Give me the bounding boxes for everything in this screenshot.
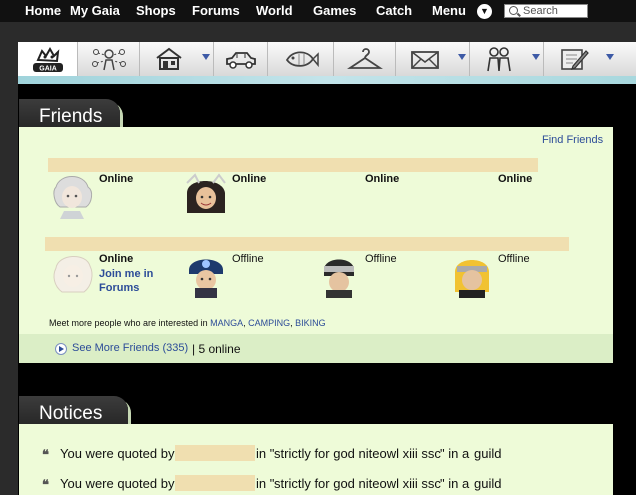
tab-gaia-home[interactable]: GAIA xyxy=(18,42,78,76)
friend-avatar[interactable] xyxy=(50,252,96,298)
chevron-down-icon[interactable] xyxy=(202,54,210,60)
icon-tab-bar: GAIA xyxy=(18,42,636,77)
thread-link[interactable]: strictly for god niteowl xiii ssc xyxy=(274,446,441,461)
nav-home[interactable]: Home xyxy=(25,3,61,18)
friend-status: Offline xyxy=(232,253,264,265)
chevron-down-icon[interactable] xyxy=(458,54,466,60)
chevron-down-icon[interactable] xyxy=(532,54,540,60)
interests-prefix: Meet more people who are interested in xyxy=(49,318,208,328)
interest-link[interactable]: CAMPING xyxy=(248,318,290,328)
pencil-notepad-icon xyxy=(560,49,589,70)
tab-journal[interactable] xyxy=(544,42,618,76)
left-margin xyxy=(0,22,18,495)
notice-text: in " xyxy=(256,446,275,461)
nav-menu[interactable]: Menu xyxy=(432,3,466,18)
nav-catch[interactable]: Catch xyxy=(376,3,412,18)
header-strip xyxy=(0,22,636,42)
fish-icon xyxy=(285,51,319,68)
friend-avatar[interactable] xyxy=(316,252,362,298)
notice-text: " in a xyxy=(440,476,470,491)
friend-status: Online xyxy=(498,173,533,185)
guild-link[interactable]: guild xyxy=(474,446,501,461)
quoted-by-name xyxy=(175,445,255,461)
see-more-friends-link[interactable]: See More Friends (335) xyxy=(72,342,188,354)
search-placeholder: Search xyxy=(523,5,558,17)
friend-avatar[interactable] xyxy=(449,252,495,298)
nav-forums[interactable]: Forums xyxy=(192,3,240,18)
tab-cars[interactable] xyxy=(214,42,268,76)
friends-icon xyxy=(487,47,511,72)
friend-status: Offline xyxy=(365,253,397,265)
tab-friends[interactable] xyxy=(470,42,544,76)
menu-dropdown-icon[interactable]: ▼ xyxy=(477,4,492,19)
gaia-logo-icon: GAIA xyxy=(32,46,63,73)
tab-people[interactable] xyxy=(78,42,140,76)
envelope-icon xyxy=(411,51,440,69)
quote-icon: ❝ xyxy=(42,447,49,462)
friend-avatar[interactable] xyxy=(183,252,229,298)
header-decoration xyxy=(18,76,636,84)
thread-link[interactable]: strictly for god niteowl xiii ssc xyxy=(274,476,441,491)
hanger-icon xyxy=(346,48,383,69)
nav-games[interactable]: Games xyxy=(313,3,356,18)
friend-avatar[interactable] xyxy=(183,173,229,219)
chevron-down-icon[interactable] xyxy=(606,54,614,60)
friend-name-bar-row1 xyxy=(48,158,538,172)
top-navigation: Home My Gaia Shops Forums World Games Ca… xyxy=(0,0,636,22)
search-icon xyxy=(509,6,518,15)
notice-text: in " xyxy=(256,476,275,491)
search-input[interactable]: Search xyxy=(504,4,588,18)
online-count: | 5 online xyxy=(192,342,241,356)
friend-status: Online xyxy=(365,173,400,185)
house-icon xyxy=(156,47,182,70)
friend-name-bar-row2 xyxy=(45,237,569,251)
people-network-icon xyxy=(91,49,126,71)
notice-text: You were quoted by xyxy=(60,446,175,461)
friend-status: Online xyxy=(99,253,134,265)
tab-home[interactable] xyxy=(140,42,214,76)
join-forums-link[interactable]: Join me in Forums xyxy=(99,267,169,295)
tab-mail[interactable] xyxy=(396,42,470,76)
nav-shops[interactable]: Shops xyxy=(136,3,176,18)
nav-world[interactable]: World xyxy=(256,3,293,18)
friend-avatar[interactable] xyxy=(50,173,96,219)
play-circle-icon[interactable] xyxy=(55,343,67,355)
car-icon xyxy=(225,52,256,69)
friend-status: Offline xyxy=(498,253,530,265)
tab-closet[interactable] xyxy=(334,42,396,76)
nav-my-gaia[interactable]: My Gaia xyxy=(70,3,120,18)
quote-icon: ❝ xyxy=(42,477,49,492)
svg-text:GAIA: GAIA xyxy=(39,66,57,73)
friend-status: Online xyxy=(99,173,134,185)
guild-link[interactable]: guild xyxy=(474,476,501,491)
interest-link[interactable]: BIKING xyxy=(295,318,326,328)
interest-link[interactable]: MANGA xyxy=(210,318,243,328)
friend-status: Online xyxy=(232,173,267,185)
interests-line: Meet more people who are interested in M… xyxy=(49,318,326,328)
notice-text: " in a xyxy=(440,446,470,461)
notice-text: You were quoted by xyxy=(60,476,175,491)
tab-fishing[interactable] xyxy=(268,42,334,76)
find-friends-link[interactable]: Find Friends xyxy=(542,134,603,146)
quoted-by-name xyxy=(175,475,255,491)
